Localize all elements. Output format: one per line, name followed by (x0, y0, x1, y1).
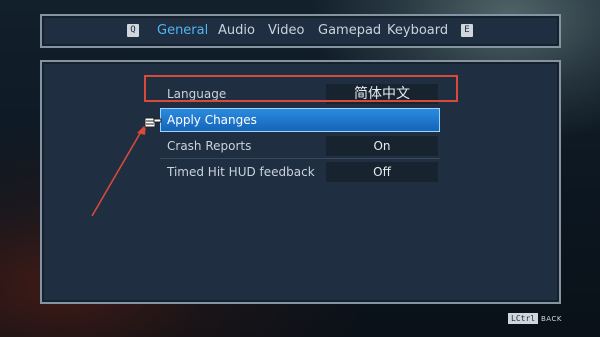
crash-reports-value[interactable]: On (326, 136, 438, 156)
back-key-badge[interactable]: LCtrl (508, 313, 539, 324)
tab-keyboard[interactable]: Keyboard (387, 23, 448, 39)
setting-row-timed-hit[interactable]: Timed Hit HUD feedback Off (160, 160, 440, 184)
tab-general[interactable]: General (157, 23, 208, 39)
tab-video[interactable]: Video (268, 23, 304, 39)
setting-label: Timed Hit HUD feedback (167, 165, 315, 179)
timed-hit-value[interactable]: Off (326, 162, 438, 182)
language-highlight-box (144, 75, 458, 102)
row-divider (160, 158, 440, 159)
tab-gamepad[interactable]: Gamepad (318, 23, 381, 39)
setting-label: Apply Changes (167, 113, 257, 127)
pointing-hand-cursor-icon (144, 117, 162, 128)
back-label[interactable]: BACK (541, 315, 562, 323)
setting-row-crash-reports[interactable]: Crash Reports On (160, 134, 440, 159)
setting-label: Crash Reports (167, 139, 252, 153)
tab-audio[interactable]: Audio (218, 23, 255, 39)
apply-changes-button[interactable]: Apply Changes (160, 108, 440, 132)
next-tab-key-badge[interactable]: E (461, 24, 473, 37)
annotation-arrow-icon (91, 124, 146, 217)
prev-tab-key-badge[interactable]: Q (127, 24, 139, 37)
